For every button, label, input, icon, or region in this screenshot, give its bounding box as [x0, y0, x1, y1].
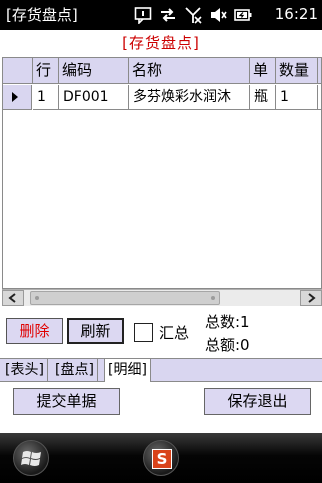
save-exit-button[interactable]: 保存退出: [204, 388, 311, 415]
tab-strip: [表头] [盘点] [明细]: [0, 358, 322, 382]
tab-header[interactable]: [表头]: [2, 359, 48, 382]
windows-start-button[interactable]: [13, 440, 49, 476]
taskbar: S: [0, 433, 322, 483]
arrow-left-icon: [8, 293, 16, 303]
column-header-quantity[interactable]: 数量: [276, 58, 318, 84]
battery-icon[interactable]: [234, 6, 252, 24]
status-bar: [存货盘点] 16:21: [0, 0, 322, 30]
status-icons: [134, 5, 252, 25]
column-header-overflow: [318, 58, 321, 84]
grid-corner-header: [3, 58, 33, 84]
column-header-row[interactable]: 行: [33, 58, 59, 84]
app-title: [存货盘点]: [6, 6, 78, 24]
scroll-left-button[interactable]: [2, 290, 24, 306]
inventory-grid[interactable]: 行 编码 名称 单 数量 1 DF001 多芬焕彩水润沐 瓶 1 0: [2, 57, 322, 289]
refresh-button[interactable]: 刷新: [67, 318, 124, 344]
cell-name[interactable]: 多芬焕彩水润沐: [129, 85, 250, 110]
tab-detail[interactable]: [明细]: [104, 359, 151, 382]
cell-overflow[interactable]: 0: [318, 85, 321, 110]
data-transfer-icon[interactable]: [159, 6, 177, 24]
scroll-right-button[interactable]: [300, 290, 322, 306]
no-signal-icon[interactable]: [184, 6, 202, 24]
cell-quantity[interactable]: 1: [276, 85, 318, 110]
app-s-icon: S: [152, 449, 172, 469]
thumb-grip-left: [35, 296, 39, 300]
message-icon[interactable]: [134, 6, 152, 24]
scroll-thumb[interactable]: [30, 291, 220, 305]
form-title: [存货盘点]: [122, 34, 200, 52]
cell-unit[interactable]: 瓶: [250, 85, 276, 110]
speaker-muted-icon[interactable]: [209, 6, 227, 24]
arrow-right-icon: [308, 293, 316, 303]
windows-logo-icon: [21, 451, 41, 466]
summary-label[interactable]: 汇总: [159, 322, 189, 343]
column-header-name[interactable]: 名称: [129, 58, 250, 84]
submit-button[interactable]: 提交单据: [13, 388, 120, 415]
column-header-code[interactable]: 编码: [59, 58, 129, 84]
clock: 16:21: [274, 5, 318, 23]
row-selector[interactable]: [3, 85, 32, 110]
tab-count[interactable]: [盘点]: [52, 359, 98, 382]
delete-button[interactable]: 删除: [6, 318, 63, 344]
summary-checkbox[interactable]: [134, 323, 153, 342]
column-header-unit[interactable]: 单: [250, 58, 276, 84]
app-launcher-button[interactable]: S: [143, 440, 179, 476]
horizontal-scrollbar[interactable]: [2, 289, 322, 306]
cell-row-number[interactable]: 1: [33, 85, 59, 110]
thumb-grip-right: [211, 296, 215, 300]
cell-code[interactable]: DF001: [59, 85, 129, 110]
total-amount: 总额:0: [205, 336, 250, 354]
current-row-arrow-icon: [12, 92, 18, 102]
total-count: 总数:1: [205, 313, 250, 331]
